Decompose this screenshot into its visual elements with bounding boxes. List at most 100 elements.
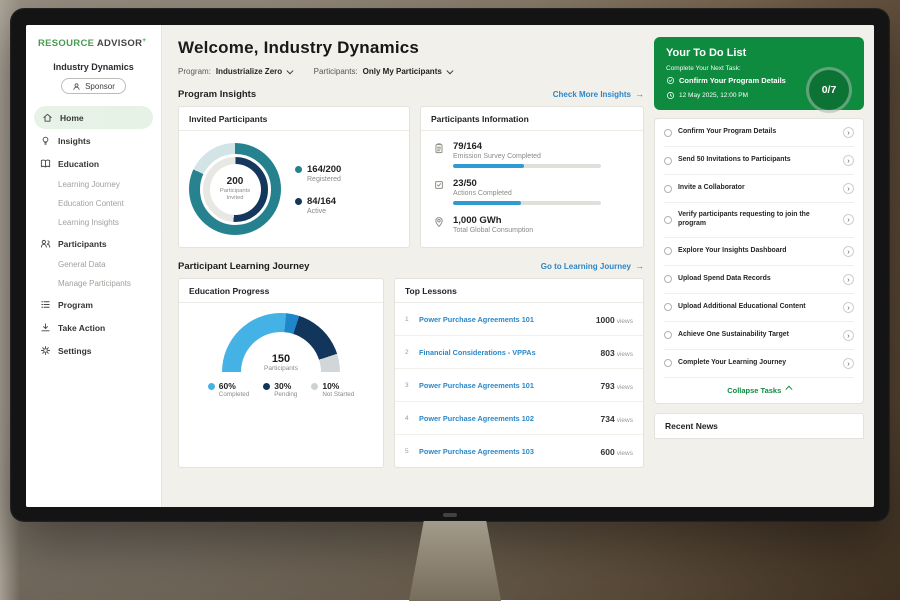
participants-filter-dropdown[interactable]: Participants: Only My Participants: [314, 67, 452, 76]
chevron-right-icon[interactable]: ›: [843, 183, 854, 194]
home-icon: [42, 112, 53, 123]
recent-news-header: Recent News: [654, 413, 864, 439]
org-name: Industry Dynamics: [26, 62, 161, 72]
chevron-right-icon[interactable]: ›: [843, 214, 854, 225]
chevron-right-icon[interactable]: ›: [843, 302, 854, 313]
chevron-right-icon[interactable]: ›: [843, 246, 854, 257]
card-title: Top Lessons: [395, 279, 643, 303]
logo-plus: +: [142, 37, 146, 44]
stat-actions-completed: 23/50 Actions Completed: [433, 178, 631, 205]
task-upload-spend-data[interactable]: Upload Spend Data Records ›: [664, 266, 854, 294]
chevron-right-icon[interactable]: ›: [843, 358, 854, 369]
chevron-down-icon: [287, 68, 293, 74]
program-filter-dropdown[interactable]: Program: Industrialize Zero: [178, 67, 292, 76]
task-checkbox[interactable]: [664, 185, 672, 193]
participants-information-card: Participants Information 79/164 Em: [420, 106, 644, 248]
logo-advisor: ADVISOR+: [97, 38, 147, 49]
task-checkbox[interactable]: [664, 331, 672, 339]
lesson-link[interactable]: Financial Considerations - VPPAs: [419, 348, 595, 357]
sponsor-label: Sponsor: [85, 82, 115, 91]
stat-global-consumption: 1,000 GWh Total Global Consumption: [433, 215, 631, 234]
sidebar-item-settings[interactable]: Settings: [26, 339, 161, 362]
task-checkbox[interactable]: [664, 303, 672, 311]
link-label: Go to Learning Journey: [541, 262, 631, 271]
chevron-right-icon[interactable]: ›: [843, 127, 854, 138]
lightbulb-icon: [40, 135, 51, 146]
sidebar-item-manage-participants[interactable]: Manage Participants: [26, 274, 161, 293]
lesson-link[interactable]: Power Purchase Agreements 103: [419, 447, 595, 456]
lesson-row[interactable]: 5 Power Purchase Agreements 103 600views: [395, 435, 643, 467]
legend-completed: 60% Completed: [208, 381, 249, 398]
sidebar-item-education-content[interactable]: Education Content: [26, 194, 161, 213]
sidebar-item-learning-insights[interactable]: Learning Insights: [26, 213, 161, 232]
sidebar-item-participants[interactable]: Participants: [26, 232, 161, 255]
collapse-tasks-button[interactable]: Collapse Tasks: [664, 378, 854, 403]
chevron-right-icon[interactable]: ›: [843, 155, 854, 166]
task-confirm-program-details[interactable]: Confirm Your Program Details ›: [664, 119, 854, 147]
progress-bar: [453, 164, 601, 168]
donut-center-value: 200: [227, 176, 244, 187]
task-checkbox[interactable]: [664, 359, 672, 367]
location-pin-icon: [433, 216, 445, 228]
chevron-up-icon: [786, 387, 792, 393]
invited-participants-donut-chart: 200 Participants Invited: [189, 143, 281, 235]
task-checkbox[interactable]: [664, 216, 672, 224]
task-invite-collaborator[interactable]: Invite a Collaborator ›: [664, 175, 854, 203]
sidebar-item-home[interactable]: Home: [34, 106, 153, 129]
task-checkbox[interactable]: [664, 157, 672, 165]
program-insights-section-header: Program Insights Check More Insights →: [178, 89, 644, 100]
legend-registered: 164/200 Registered: [295, 164, 341, 183]
list-icon: [40, 299, 51, 310]
sidebar-item-insights[interactable]: Insights: [26, 129, 161, 152]
people-icon: [40, 238, 51, 249]
lesson-link[interactable]: Power Purchase Agreements 101: [419, 381, 595, 390]
task-upload-educational-content[interactable]: Upload Additional Educational Content ›: [664, 294, 854, 322]
stat-emission-survey: 79/164 Emission Survey Completed: [433, 141, 631, 168]
sidebar-item-take-action[interactable]: Take Action: [26, 316, 161, 339]
go-to-learning-journey-link[interactable]: Go to Learning Journey →: [541, 262, 644, 271]
sidebar-item-general-data[interactable]: General Data: [26, 255, 161, 274]
sidebar-item-education[interactable]: Education: [26, 152, 161, 175]
lesson-link[interactable]: Power Purchase Agreements 101: [419, 315, 590, 324]
clock-icon: [666, 91, 675, 100]
lesson-row[interactable]: 2 Financial Considerations - VPPAs 803vi…: [395, 336, 643, 369]
task-complete-learning-journey[interactable]: Complete Your Learning Journey ›: [664, 350, 854, 378]
card-title: Education Progress: [179, 279, 383, 303]
nav-label: Learning Insights: [58, 218, 119, 227]
progress-bar: [453, 201, 601, 205]
check-more-insights-link[interactable]: Check More Insights →: [553, 90, 644, 99]
lesson-link[interactable]: Power Purchase Agreements 102: [419, 414, 595, 423]
program-filter-value: Industrialize Zero: [216, 67, 282, 76]
task-checkbox[interactable]: [664, 129, 672, 137]
legend-not-started: 10% Not Started: [311, 381, 354, 398]
filters: Program: Industrialize Zero Participants…: [178, 67, 644, 76]
lesson-row[interactable]: 3 Power Purchase Agreements 101 793views: [395, 369, 643, 402]
sponsor-badge[interactable]: Sponsor: [61, 78, 126, 94]
task-list-card: Confirm Your Program Details › Send 50 I…: [654, 118, 864, 404]
lesson-row[interactable]: 1 Power Purchase Agreements 101 1000view…: [395, 303, 643, 336]
arrow-right-icon: →: [635, 90, 644, 99]
task-checkbox[interactable]: [664, 247, 672, 255]
task-verify-participants[interactable]: Verify participants requesting to join t…: [664, 203, 854, 238]
lesson-row[interactable]: 4 Power Purchase Agreements 102 734views: [395, 402, 643, 435]
logo-resource: RESOURCE: [38, 38, 94, 49]
nav-label: Education: [58, 159, 99, 169]
task-send-invitations[interactable]: Send 50 Invitations to Participants ›: [664, 147, 854, 175]
sidebar-item-program[interactable]: Program: [26, 293, 161, 316]
todo-panel: Your To Do List Complete Your Next Task:…: [654, 25, 864, 507]
donut-legend: 164/200 Registered 84/164: [295, 164, 341, 215]
nav-label: Settings: [58, 346, 92, 356]
invited-participants-card: Invited Participants 200 Participants In…: [178, 106, 410, 248]
todo-title: Your To Do List: [666, 47, 852, 59]
sidebar-item-learning-journey[interactable]: Learning Journey: [26, 175, 161, 194]
todo-next-task[interactable]: Confirm Your Program Details: [666, 76, 801, 85]
chevron-right-icon[interactable]: ›: [843, 330, 854, 341]
task-achieve-sustainability-target[interactable]: Achieve One Sustainability Target ›: [664, 322, 854, 350]
monitor-brand-logo: [443, 513, 457, 517]
arrow-right-icon: →: [635, 262, 644, 271]
task-explore-insights-dashboard[interactable]: Explore Your Insights Dashboard ›: [664, 238, 854, 266]
link-label: Check More Insights: [553, 90, 631, 99]
task-checkbox[interactable]: [664, 275, 672, 283]
chevron-right-icon[interactable]: ›: [843, 274, 854, 285]
monitor-bezel: RESOURCE ADVISOR+ Industry Dynamics Spon…: [10, 8, 890, 522]
